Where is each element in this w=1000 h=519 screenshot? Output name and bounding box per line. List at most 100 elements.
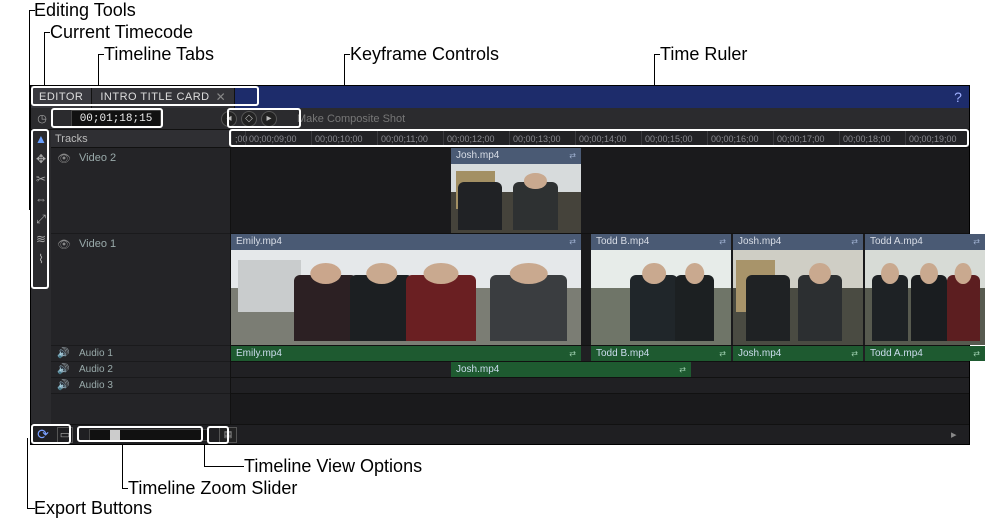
- clip-label: Josh.mp4: [456, 148, 499, 164]
- tracks-header: Tracks: [51, 130, 230, 148]
- link-icon: ⇄: [719, 346, 726, 361]
- clip-v1-emily[interactable]: Emily.mp4 ⇄: [231, 234, 581, 345]
- annotation-keyframe-controls: Keyframe Controls: [350, 44, 499, 65]
- aclip-a1-josh[interactable]: Josh.mp4 ⇄: [733, 346, 863, 361]
- link-icon: ⇄: [973, 346, 980, 361]
- track-label: Audio 1: [79, 348, 113, 359]
- track-label: Video 1: [79, 238, 116, 250]
- tool-select[interactable]: ▲: [34, 132, 48, 146]
- ruler-tick: 00;00;19;00: [905, 130, 969, 147]
- lane-audio3[interactable]: [231, 378, 969, 394]
- ruler-tick: 00;00;12;00: [443, 130, 509, 147]
- annotation-editing-tools: Editing Tools: [34, 0, 136, 21]
- clip-thumbnail: [451, 164, 581, 233]
- annotation-timeline-view-options: Timeline View Options: [244, 456, 422, 477]
- tab-intro-title-card[interactable]: INTRO TITLE CARD ✕: [92, 86, 235, 108]
- timeline-tabs: EDITOR INTRO TITLE CARD ✕ ?: [31, 86, 969, 108]
- tool-ripple[interactable]: ⤢: [34, 212, 48, 226]
- aclip-a2-josh[interactable]: Josh.mp4 ⇄: [451, 362, 691, 377]
- tool-slice[interactable]: ✂: [34, 172, 48, 186]
- clip-label: Todd A.mp4: [870, 234, 923, 250]
- timeline-bottom-bar: ⟳ ▭ ▤ ▸: [31, 424, 969, 444]
- clip-label: Josh.mp4: [738, 234, 781, 250]
- annotation-time-ruler: Time Ruler: [660, 44, 747, 65]
- annotation-export-buttons: Export Buttons: [34, 498, 152, 519]
- make-composite-shot-label: Make Composite Shot: [297, 113, 405, 125]
- tab-label: EDITOR: [39, 91, 83, 103]
- tab-editor[interactable]: EDITOR: [31, 86, 92, 108]
- editor-panel: EDITOR INTRO TITLE CARD ✕ ? ◷ 00;01;18;1…: [30, 85, 970, 445]
- ruler-tick: 00;00;13;00: [509, 130, 575, 147]
- timeline-view-options[interactable]: ▤: [219, 427, 237, 443]
- annotation-current-timecode: Current Timecode: [50, 22, 193, 43]
- keyframe-next-button[interactable]: ▸: [261, 111, 277, 127]
- track-header-audio3[interactable]: 🔊 Audio 3: [51, 378, 230, 394]
- speaker-icon[interactable]: 🔊: [57, 380, 71, 391]
- ruler-tick: 00;00;18;00: [839, 130, 905, 147]
- aclip-a1-toddb[interactable]: Todd B.mp4 ⇄: [591, 346, 731, 361]
- current-timecode[interactable]: 00;01;18;15: [71, 110, 161, 128]
- clip-v1-josh[interactable]: Josh.mp4 ⇄: [733, 234, 863, 345]
- clip-label: Emily.mp4: [236, 346, 282, 361]
- tool-snap[interactable]: ⌇: [34, 252, 48, 266]
- link-icon: ⇄: [719, 234, 726, 250]
- lane-video2[interactable]: Josh.mp4 ⇄: [231, 148, 969, 234]
- clip-thumbnail: [733, 250, 863, 345]
- keyframe-prev-button[interactable]: ◂: [221, 111, 237, 127]
- ruler-tick: 00;00;11;00: [377, 130, 443, 147]
- tool-rate[interactable]: ≋: [34, 232, 48, 246]
- track-header-video1[interactable]: 👁 Video 1: [51, 234, 230, 346]
- track-header-video2[interactable]: 👁 Video 2: [51, 148, 230, 234]
- scroll-right-icon[interactable]: ▸: [951, 428, 965, 442]
- clip-thumbnail: [865, 250, 985, 345]
- tab-label: INTRO TITLE CARD: [100, 91, 209, 103]
- timeline-zoom-slider[interactable]: [89, 429, 209, 441]
- eye-icon[interactable]: 👁: [57, 152, 71, 165]
- track-label: Audio 2: [79, 364, 113, 375]
- clip-label: Todd A.mp4: [870, 346, 923, 361]
- aclip-a1-todda[interactable]: Todd A.mp4 ⇄: [865, 346, 985, 361]
- clip-label: Todd B.mp4: [596, 234, 649, 250]
- ruler-tick: 00;00;17;00: [773, 130, 839, 147]
- clip-v1-toddb[interactable]: Todd B.mp4 ⇄: [591, 234, 731, 345]
- time-ruler[interactable]: ;00 00;00;09;00 00;00;10;00 00;00;11;00 …: [231, 130, 969, 148]
- lane-video1[interactable]: Emily.mp4 ⇄: [231, 234, 969, 346]
- clip-label: Todd B.mp4: [596, 346, 649, 361]
- timeline[interactable]: ;00 00;00;09;00 00;00;10;00 00;00;11;00 …: [231, 130, 969, 424]
- track-header-audio2[interactable]: 🔊 Audio 2: [51, 362, 230, 378]
- keyframe-add-button[interactable]: ◇: [241, 111, 257, 127]
- track-headers: Tracks 👁 Video 2 👁 Video 1 🔊 Audio 1 🔊 A…: [51, 130, 231, 424]
- ruler-tick: 00;00;10;00: [311, 130, 377, 147]
- link-icon: ⇄: [569, 346, 576, 361]
- export-preset-button[interactable]: ▭: [57, 427, 73, 443]
- link-icon: ⇄: [851, 346, 858, 361]
- help-icon[interactable]: ?: [947, 86, 969, 108]
- clip-thumbnail: [591, 250, 731, 345]
- close-icon[interactable]: ✕: [216, 90, 227, 104]
- tool-hand[interactable]: ✥: [34, 152, 48, 166]
- lane-audio2[interactable]: Josh.mp4 ⇄: [231, 362, 969, 378]
- ruler-tick: ;00: [231, 130, 245, 147]
- tool-slip[interactable]: ⇔: [34, 192, 48, 206]
- export-button[interactable]: ⟳: [35, 427, 51, 443]
- annotation-timeline-tabs: Timeline Tabs: [104, 44, 214, 65]
- track-label: Audio 3: [79, 380, 113, 391]
- track-header-audio1[interactable]: 🔊 Audio 1: [51, 346, 230, 362]
- eye-icon[interactable]: 👁: [57, 238, 71, 251]
- link-icon: ⇄: [851, 234, 858, 250]
- ruler-tick: 00;00;16;00: [707, 130, 773, 147]
- zoom-thumb[interactable]: [110, 430, 120, 440]
- editing-tools: ▲ ✥ ✂ ⇔ ⤢ ≋ ⌇: [31, 130, 51, 424]
- aclip-a1-emily[interactable]: Emily.mp4 ⇄: [231, 346, 581, 361]
- speaker-icon[interactable]: 🔊: [57, 348, 71, 359]
- clock-icon: ◷: [33, 110, 51, 128]
- keyframe-controls: ◂ ◇ ▸: [221, 111, 277, 127]
- link-icon: ⇄: [569, 148, 576, 164]
- clip-label: Emily.mp4: [236, 234, 282, 250]
- speaker-icon[interactable]: 🔊: [57, 364, 71, 375]
- ruler-tick: 00;00;15;00: [641, 130, 707, 147]
- ruler-tick: 00;00;09;00: [245, 130, 311, 147]
- lane-audio1[interactable]: Emily.mp4 ⇄ Todd B.mp4 ⇄ Josh.mp4 ⇄ Todd…: [231, 346, 969, 362]
- clip-v2-josh[interactable]: Josh.mp4 ⇄: [451, 148, 581, 233]
- clip-v1-todda[interactable]: Todd A.mp4 ⇄: [865, 234, 985, 345]
